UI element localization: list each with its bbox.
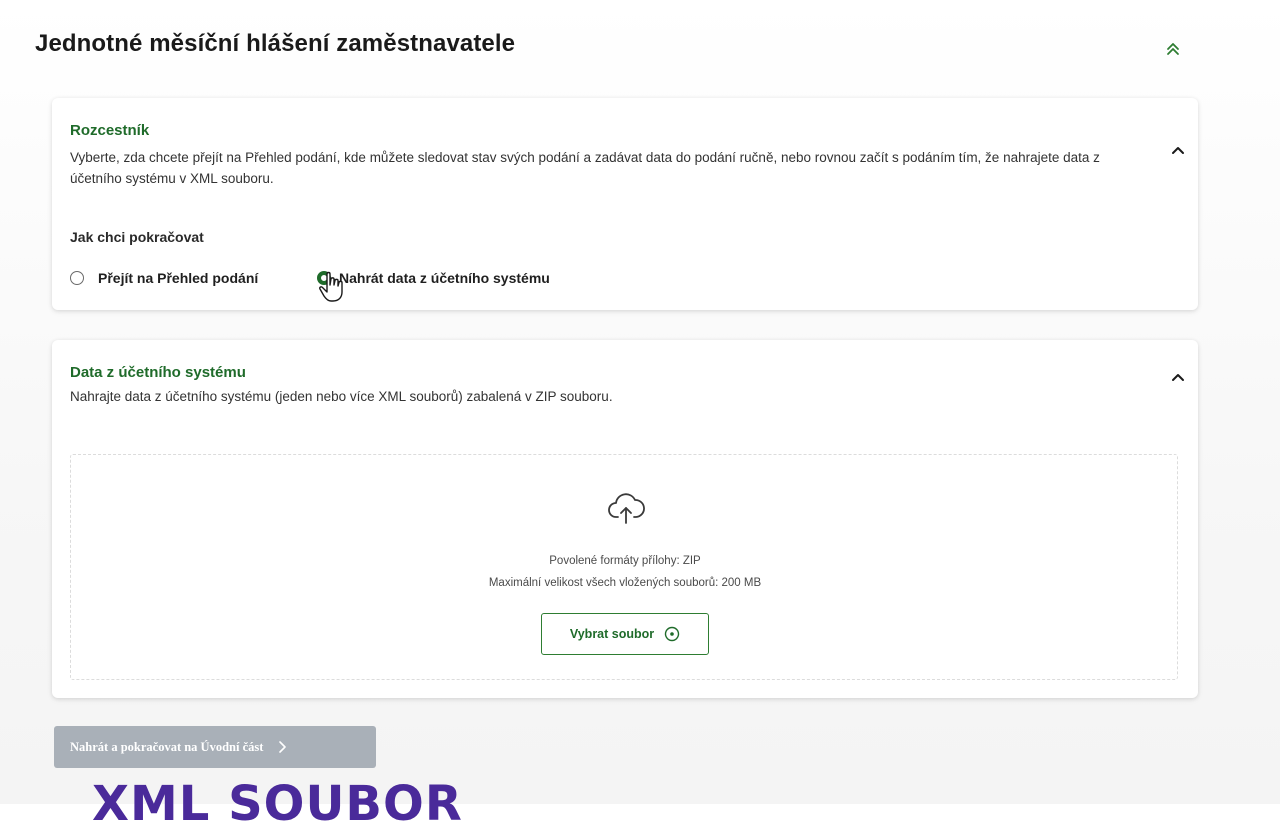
upload-card: Data z účetního systému Nahrajte data z … — [52, 340, 1198, 698]
rozcestnik-description: Vyberte, zda chcete přejít na Přehled po… — [70, 150, 1100, 186]
radio-label: Přejít na Přehled podání — [98, 270, 259, 286]
double-chevron-up-icon[interactable] — [1162, 38, 1184, 60]
plus-circle-icon — [664, 626, 680, 642]
chevron-up-icon[interactable] — [1168, 367, 1188, 387]
rozcestnik-heading: Rozcestník — [70, 122, 150, 139]
radio-nahrat-data[interactable]: Nahrát data z účetního systému — [317, 270, 550, 286]
page-title: Jednotné měsíční hlášení zaměstnavatele — [35, 30, 516, 57]
radio-button[interactable] — [70, 271, 84, 285]
overlay-caption: XML SOUBOR — [92, 776, 463, 832]
cloud-upload-icon — [608, 493, 645, 524]
question-label: Jak chci pokračovat — [70, 229, 204, 245]
chevron-up-icon[interactable] — [1168, 140, 1188, 160]
radio-prehled-podani[interactable]: Přejít na Přehled podání — [70, 270, 258, 286]
rozcestnik-card: Rozcestník Vyberte, zda chcete přejít na… — [52, 98, 1198, 310]
allowed-formats-text: Povolené formáty přílohy: ZIP — [549, 555, 701, 567]
radio-label: Nahrát data z účetního systému — [339, 270, 550, 286]
upload-description: Nahrajte data z účetního systému (jeden … — [70, 389, 613, 404]
submit-label: Nahrát a pokračovat na Úvodní část — [70, 739, 264, 754]
upload-heading: Data z účetního systému — [70, 364, 246, 381]
file-drop-zone[interactable]: Povolené formáty přílohy: ZIP Maximální … — [70, 454, 1178, 680]
upload-and-continue-button[interactable]: Nahrát a pokračovat na Úvodní část — [54, 726, 376, 768]
max-size-text: Maximální velikost všech vložených soubo… — [488, 577, 762, 589]
radio-button-selected[interactable] — [317, 271, 331, 285]
select-file-label: Vybrat soubor — [569, 627, 655, 641]
chevron-right-icon — [279, 741, 287, 753]
select-file-button[interactable]: Vybrat soubor — [541, 613, 709, 655]
